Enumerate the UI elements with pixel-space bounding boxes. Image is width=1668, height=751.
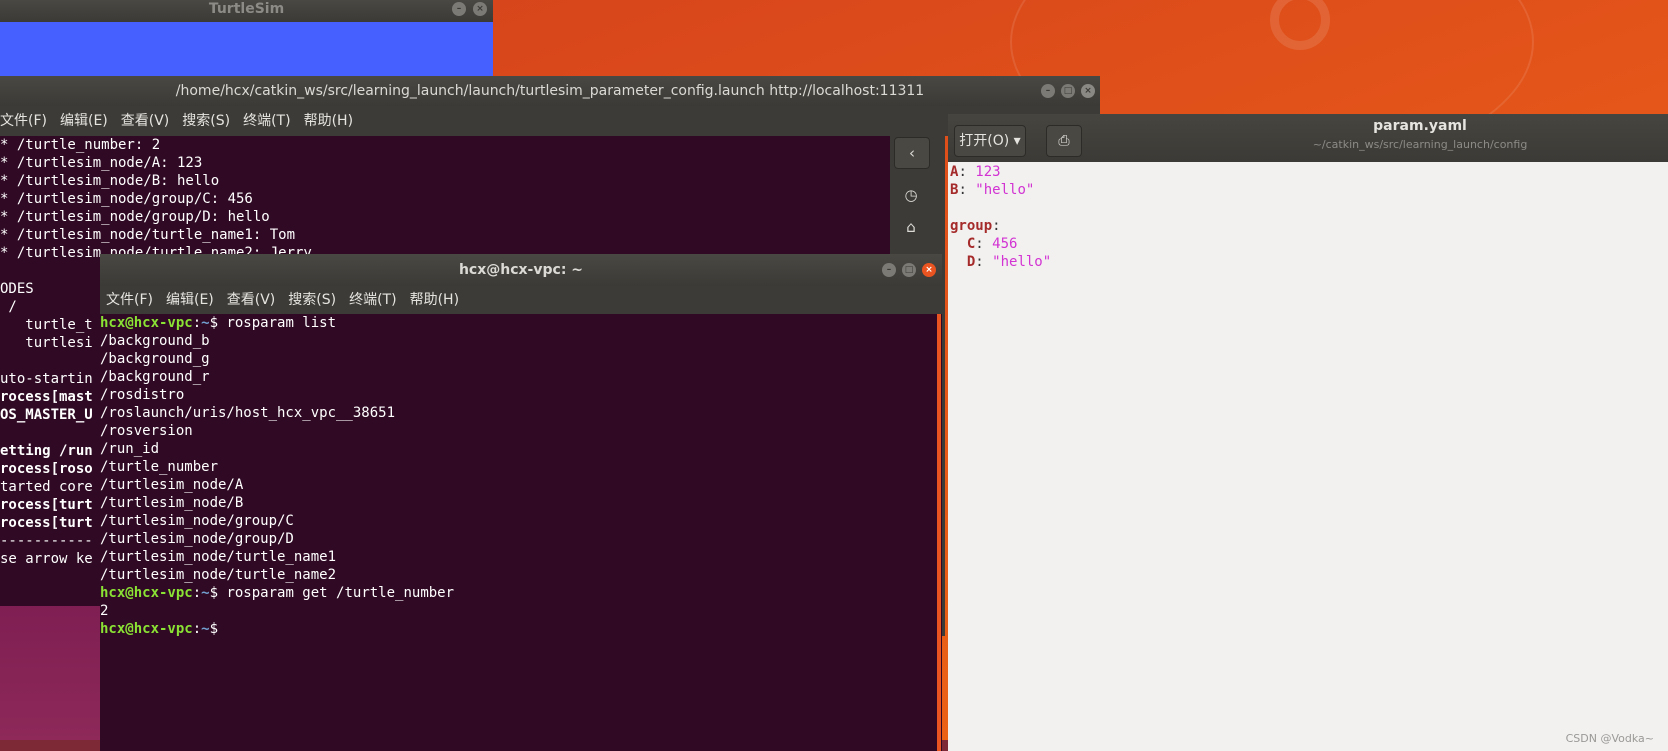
turtlesim-title: TurtleSim [208,1,285,17]
terminal-line: /roslaunch/uris/host_hcx_vpc__38651 [100,405,396,421]
turtlesim-titlebar[interactable]: TurtleSim – × [0,0,493,22]
menu-edit[interactable]: 编辑(E) [60,113,108,129]
menu-terminal[interactable]: 终端(T) [243,113,290,129]
command-line: hcx@hcx-vpc:~$ rosparam get /turtle_numb… [100,585,455,601]
terminal-line: /turtlesim_node/turtle_name2 [100,567,337,583]
terminal-line: * /turtlesim_node/B: hello [0,173,220,189]
home-icon[interactable]: ⌂ [894,212,928,242]
menu-file[interactable]: 文件(F) [106,292,153,308]
maximize-icon[interactable]: □ [1061,84,1075,98]
recent-icon[interactable]: ◷ [894,180,928,210]
yaml-line: group: [950,218,1001,234]
launch-terminal-titlebar[interactable]: /home/hcx/catkin_ws/src/learning_launch/… [0,76,1100,106]
terminal-line: * /turtlesim_node/A: 123 [0,155,203,171]
menu-help[interactable]: 帮助(H) [304,113,353,129]
menu-terminal[interactable]: 终端(T) [349,292,396,308]
yaml-line: A: 123 [950,164,1001,180]
menu-help[interactable]: 帮助(H) [410,292,459,308]
back-icon: ‹ [909,144,915,162]
terminal-line: * /turtlesim_node/turtle_name1: Tom [0,227,296,243]
command-line: hcx@hcx-vpc:~$ rosparam list [100,315,337,331]
menu-view[interactable]: 查看(V) [121,113,170,129]
terminal-line: /turtlesim_node/turtle_name1 [100,549,337,565]
gedit-path: ~/catkin_ws/src/learning_launch/config [1312,138,1528,151]
minimize-icon[interactable]: – [882,263,896,277]
menu-file[interactable]: 文件(F) [0,113,47,129]
launch-terminal-title: /home/hcx/catkin_ws/src/learning_launch/… [175,83,925,99]
menu-view[interactable]: 查看(V) [227,292,276,308]
close-icon[interactable]: × [922,263,936,277]
print-icon[interactable]: ⎙ [1046,125,1082,157]
terminal-line: /turtlesim_node/B [100,495,244,511]
launch-terminal-menubar: 文件(F) 编辑(E) 查看(V) 搜索(S) 终端(T) 帮助(H) [0,106,1100,136]
maximize-icon[interactable]: □ [902,263,916,277]
open-button[interactable]: 打开(O) ▾ [954,125,1026,157]
terminal-line: * /turtlesim_node/group/D: hello [0,209,270,225]
watermark: CSDN @Vodka~ [1565,732,1654,745]
terminal-line: /background_b [100,333,210,349]
front-terminal-menubar: 文件(F) 编辑(E) 查看(V) 搜索(S) 终端(T) 帮助(H) [100,286,942,314]
terminal-line: /rosdistro [100,387,185,403]
command-line: hcx@hcx-vpc:~$ [100,621,227,637]
terminal-line: /turtlesim_node/group/D [100,531,294,547]
back-button[interactable]: ‹ [894,137,930,169]
terminal-line: /rosversion [100,423,193,439]
yaml-line: D: "hello" [966,254,1052,270]
menu-search[interactable]: 搜索(S) [288,292,336,308]
terminal-line: /turtlesim_node/group/C [100,513,294,529]
terminal-line: /run_id [100,441,160,457]
yaml-line: B: "hello" [950,182,1035,198]
terminal-line: /turtle_number [100,459,219,475]
terminal-line: * /turtlesim_node/group/C: 456 [0,191,253,207]
front-terminal-output[interactable]: hcx@hcx-vpc:~$ rosparam list /background… [100,314,942,751]
close-icon[interactable]: × [1081,84,1095,98]
front-terminal-titlebar[interactable]: hcx@hcx-vpc: ~ – □ × [100,254,942,286]
terminal-scrollbar[interactable] [937,314,941,751]
wallpaper-corner [0,600,110,751]
menu-edit[interactable]: 编辑(E) [166,292,214,308]
minimize-icon[interactable]: – [1041,84,1055,98]
minimize-icon[interactable]: – [452,2,466,16]
turtlesim-canvas [0,22,493,80]
front-terminal-title: hcx@hcx-vpc: ~ [458,262,584,278]
yaml-line: C: 456 [966,236,1018,252]
terminal-line: 2 [100,603,109,619]
close-icon[interactable]: × [473,2,487,16]
terminal-line: /turtlesim_node/A [100,477,244,493]
terminal-line: * /turtle_number: 2 [0,137,161,153]
terminal-line: /background_g [100,351,210,367]
menu-search[interactable]: 搜索(S) [182,113,230,129]
gedit-title: param.yaml [1373,118,1467,134]
gedit-editor[interactable] [948,162,1668,751]
terminal-line: /background_r [100,369,210,385]
